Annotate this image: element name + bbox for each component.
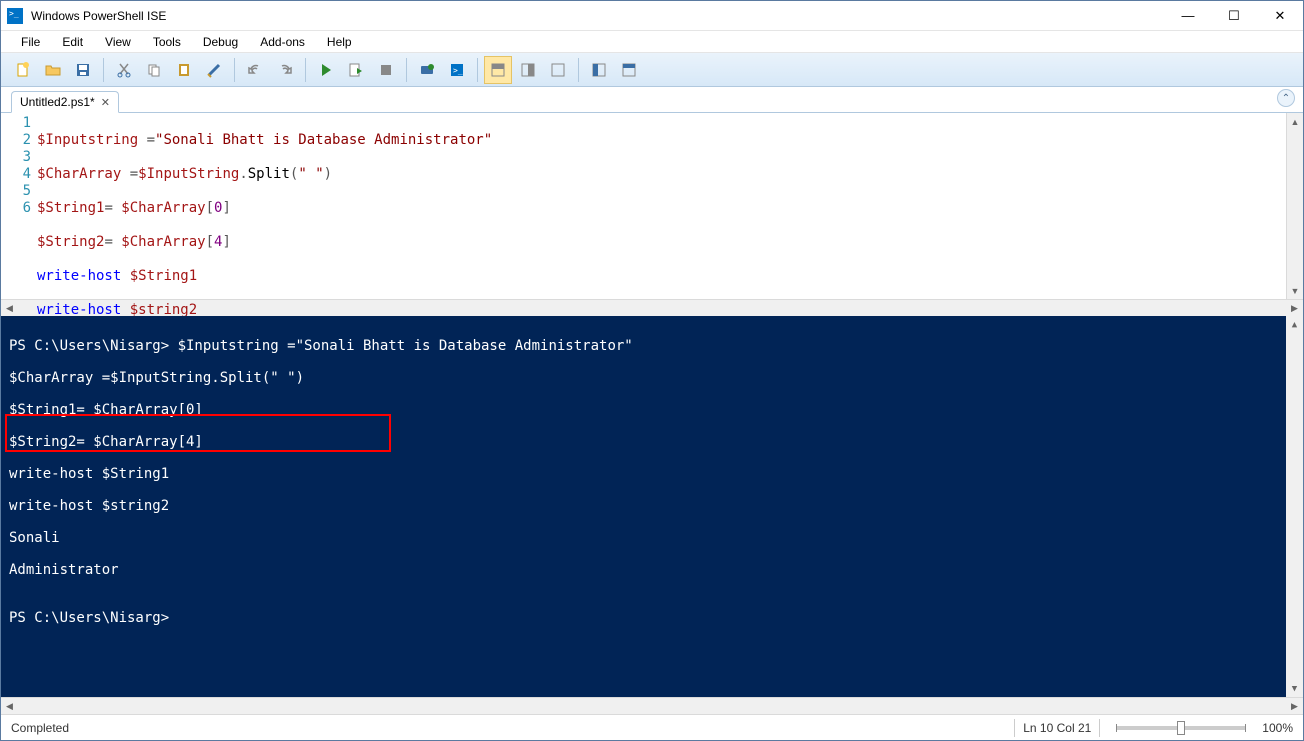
console-prompt: PS C:\Users\Nisarg>: [9, 610, 1295, 626]
close-button[interactable]: ✕: [1257, 1, 1303, 31]
stop-button[interactable]: [372, 56, 400, 84]
status-text: Completed: [11, 721, 69, 735]
line-number-gutter: 1 2 3 4 5 6: [1, 113, 37, 299]
window-title: Windows PowerShell ISE: [31, 9, 166, 23]
line-number: 1: [1, 115, 31, 132]
scroll-down-icon[interactable]: ▼: [1286, 680, 1303, 697]
script-editor[interactable]: 1 2 3 4 5 6 $Inputstring ="Sonali Bhatt …: [1, 113, 1303, 299]
new-remote-tab-button[interactable]: [413, 56, 441, 84]
menu-addons[interactable]: Add-ons: [250, 33, 315, 51]
tab-close-icon[interactable]: ✕: [101, 96, 110, 109]
tab-untitled2[interactable]: Untitled2.ps1* ✕: [11, 91, 119, 113]
new-file-button[interactable]: [9, 56, 37, 84]
menu-edit[interactable]: Edit: [52, 33, 93, 51]
console-line: $CharArray =$InputString.Split(" "): [9, 370, 1295, 386]
save-button[interactable]: [69, 56, 97, 84]
scroll-track[interactable]: [1287, 130, 1303, 282]
start-powershell-button[interactable]: >_: [443, 56, 471, 84]
menu-help[interactable]: Help: [317, 33, 362, 51]
scroll-up-icon[interactable]: ▲: [1287, 113, 1303, 130]
app-icon: [7, 8, 23, 24]
zoom-thumb[interactable]: [1177, 721, 1185, 735]
cursor-position: Ln 10 Col 21: [1014, 719, 1099, 737]
show-script-pane-right-button[interactable]: [514, 56, 542, 84]
console-pane[interactable]: PS C:\Users\Nisarg> $Inputstring ="Sonal…: [1, 316, 1303, 697]
zoom-level: 100%: [1262, 721, 1293, 735]
toolbar-separator: [406, 58, 407, 82]
scroll-track[interactable]: [1286, 333, 1303, 680]
line-number: 2: [1, 132, 31, 149]
console-line: PS C:\Users\Nisarg> $Inputstring ="Sonal…: [9, 338, 1295, 354]
scroll-left-icon[interactable]: ◀: [1, 300, 18, 317]
line-number: 6: [1, 200, 31, 217]
window-controls: — ☐ ✕: [1165, 1, 1303, 31]
menu-tools[interactable]: Tools: [143, 33, 191, 51]
scroll-right-icon[interactable]: ▶: [1286, 698, 1303, 715]
toolbar-separator: [234, 58, 235, 82]
statusbar: Completed Ln 10 Col 21 100%: [1, 714, 1303, 740]
zoom-slider[interactable]: [1116, 726, 1246, 730]
run-script-button[interactable]: [312, 56, 340, 84]
zoom-control[interactable]: [1099, 719, 1262, 737]
show-command-window-button[interactable]: [615, 56, 643, 84]
show-script-pane-top-button[interactable]: [484, 56, 512, 84]
console-line: write-host $string2: [9, 498, 1295, 514]
menubar: File Edit View Tools Debug Add-ons Help: [1, 31, 1303, 53]
line-number: 4: [1, 166, 31, 183]
run-selection-button[interactable]: [342, 56, 370, 84]
minimize-button[interactable]: —: [1165, 1, 1211, 31]
scroll-track[interactable]: [18, 698, 1286, 714]
copy-button[interactable]: [140, 56, 168, 84]
clear-button[interactable]: [200, 56, 228, 84]
toolbar: >_: [1, 53, 1303, 87]
line-number: 5: [1, 183, 31, 200]
maximize-button[interactable]: ☐: [1211, 1, 1257, 31]
editor-vertical-scrollbar[interactable]: ▲ ▼: [1286, 113, 1303, 299]
menu-file[interactable]: File: [11, 33, 50, 51]
toolbar-separator: [305, 58, 306, 82]
open-file-button[interactable]: [39, 56, 67, 84]
titlebar: Windows PowerShell ISE — ☐ ✕: [1, 1, 1303, 31]
scroll-up-icon[interactable]: ▲: [1286, 316, 1303, 333]
collapse-script-pane-button[interactable]: ⌃: [1277, 89, 1295, 107]
undo-button[interactable]: [241, 56, 269, 84]
highlight-annotation: [5, 414, 391, 452]
menu-view[interactable]: View: [95, 33, 141, 51]
line-number: 3: [1, 149, 31, 166]
toolbar-separator: [578, 58, 579, 82]
tab-strip: Untitled2.ps1* ✕ ⌃: [1, 87, 1303, 113]
toolbar-separator: [103, 58, 104, 82]
console-horizontal-scrollbar[interactable]: ◀ ▶: [1, 697, 1303, 714]
scroll-down-icon[interactable]: ▼: [1287, 282, 1303, 299]
toolbar-separator: [477, 58, 478, 82]
console-vertical-scrollbar[interactable]: ▲ ▼: [1286, 316, 1303, 697]
console-output: Sonali: [9, 530, 1295, 546]
scroll-right-icon[interactable]: ▶: [1286, 300, 1303, 317]
show-command-addon-button[interactable]: [585, 56, 613, 84]
scroll-left-icon[interactable]: ◀: [1, 698, 18, 715]
tab-label: Untitled2.ps1*: [20, 95, 95, 109]
console-line: write-host $String1: [9, 466, 1295, 482]
console-output: Administrator: [9, 562, 1295, 578]
redo-button[interactable]: [271, 56, 299, 84]
menu-debug[interactable]: Debug: [193, 33, 248, 51]
paste-button[interactable]: [170, 56, 198, 84]
show-script-pane-max-button[interactable]: [544, 56, 572, 84]
svg-text:>_: >_: [453, 66, 463, 75]
code-area[interactable]: $Inputstring ="Sonali Bhatt is Database …: [37, 113, 1286, 299]
cut-button[interactable]: [110, 56, 138, 84]
